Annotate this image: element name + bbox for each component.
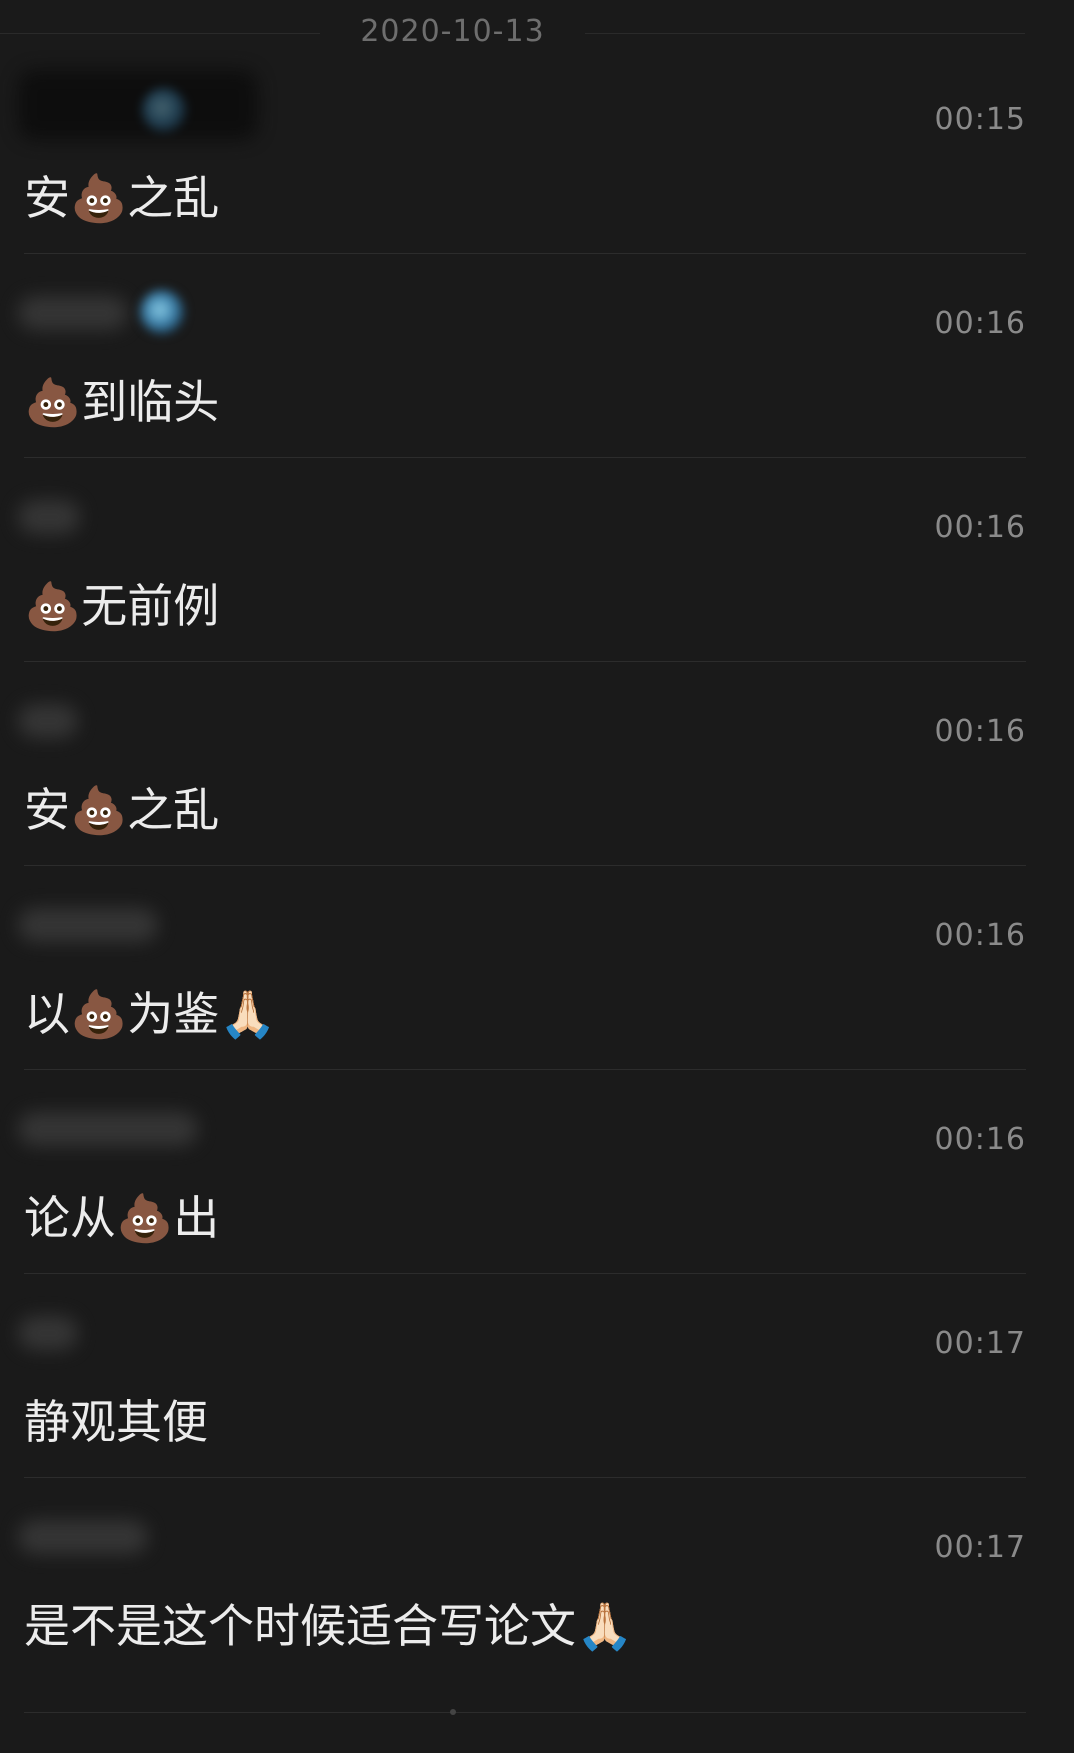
sender-name-blurred[interactable] <box>18 908 158 942</box>
message-item[interactable]: 00:16 论从💩出 <box>18 1070 1026 1274</box>
sender-name-blurred[interactable] <box>18 70 258 140</box>
sender-badge-icon <box>140 290 184 334</box>
date-divider-line-right <box>585 33 1025 34</box>
message-text[interactable]: 以💩为鉴🙏🏻 <box>24 984 277 1044</box>
message-time: 00:16 <box>934 306 1026 341</box>
message-time: 00:17 <box>934 1530 1026 1565</box>
message-time: 00:15 <box>934 102 1026 137</box>
message-item[interactable]: 00:16 以💩为鉴🙏🏻 <box>18 866 1026 1070</box>
message-time: 00:16 <box>934 1122 1026 1157</box>
message-time: 00:16 <box>934 918 1026 953</box>
sender-badge-icon <box>142 88 186 132</box>
sender-name-blurred[interactable] <box>18 500 80 534</box>
message-text[interactable]: 💩无前例 <box>24 576 219 636</box>
message-time: 00:17 <box>934 1326 1026 1361</box>
message-item[interactable]: 00:17 是不是这个时候适合写论文🙏🏻 <box>18 1478 1026 1682</box>
message-text[interactable]: 安💩之乱 <box>24 168 219 228</box>
sender-name-blurred[interactable] <box>18 1316 78 1350</box>
bottom-separator <box>24 1712 1026 1713</box>
sender-name-blurred[interactable] <box>18 704 78 738</box>
message-item[interactable]: 00:16 💩无前例 <box>18 458 1026 662</box>
message-text[interactable]: 静观其便 <box>24 1392 208 1452</box>
message-text[interactable]: 论从💩出 <box>24 1188 219 1248</box>
message-time: 00:16 <box>934 510 1026 545</box>
message-text[interactable]: 安💩之乱 <box>24 780 219 840</box>
message-time: 00:16 <box>934 714 1026 749</box>
message-text[interactable]: 💩到临头 <box>24 372 219 432</box>
message-text[interactable]: 是不是这个时候适合写论文🙏🏻 <box>24 1596 633 1656</box>
message-item[interactable]: 00:16 💩到临头 <box>18 254 1026 458</box>
message-item[interactable]: 00:15 安💩之乱 <box>18 50 1026 254</box>
message-item[interactable]: 00:17 静观其便 <box>18 1274 1026 1478</box>
sender-name-blurred[interactable] <box>18 296 128 330</box>
date-divider-text: 2020-10-13 <box>360 14 545 49</box>
sender-name-blurred[interactable] <box>18 1112 198 1146</box>
sender-name-blurred[interactable] <box>18 1520 148 1554</box>
message-item[interactable]: 00:16 安💩之乱 <box>18 662 1026 866</box>
scroll-indicator-dot <box>450 1709 456 1715</box>
